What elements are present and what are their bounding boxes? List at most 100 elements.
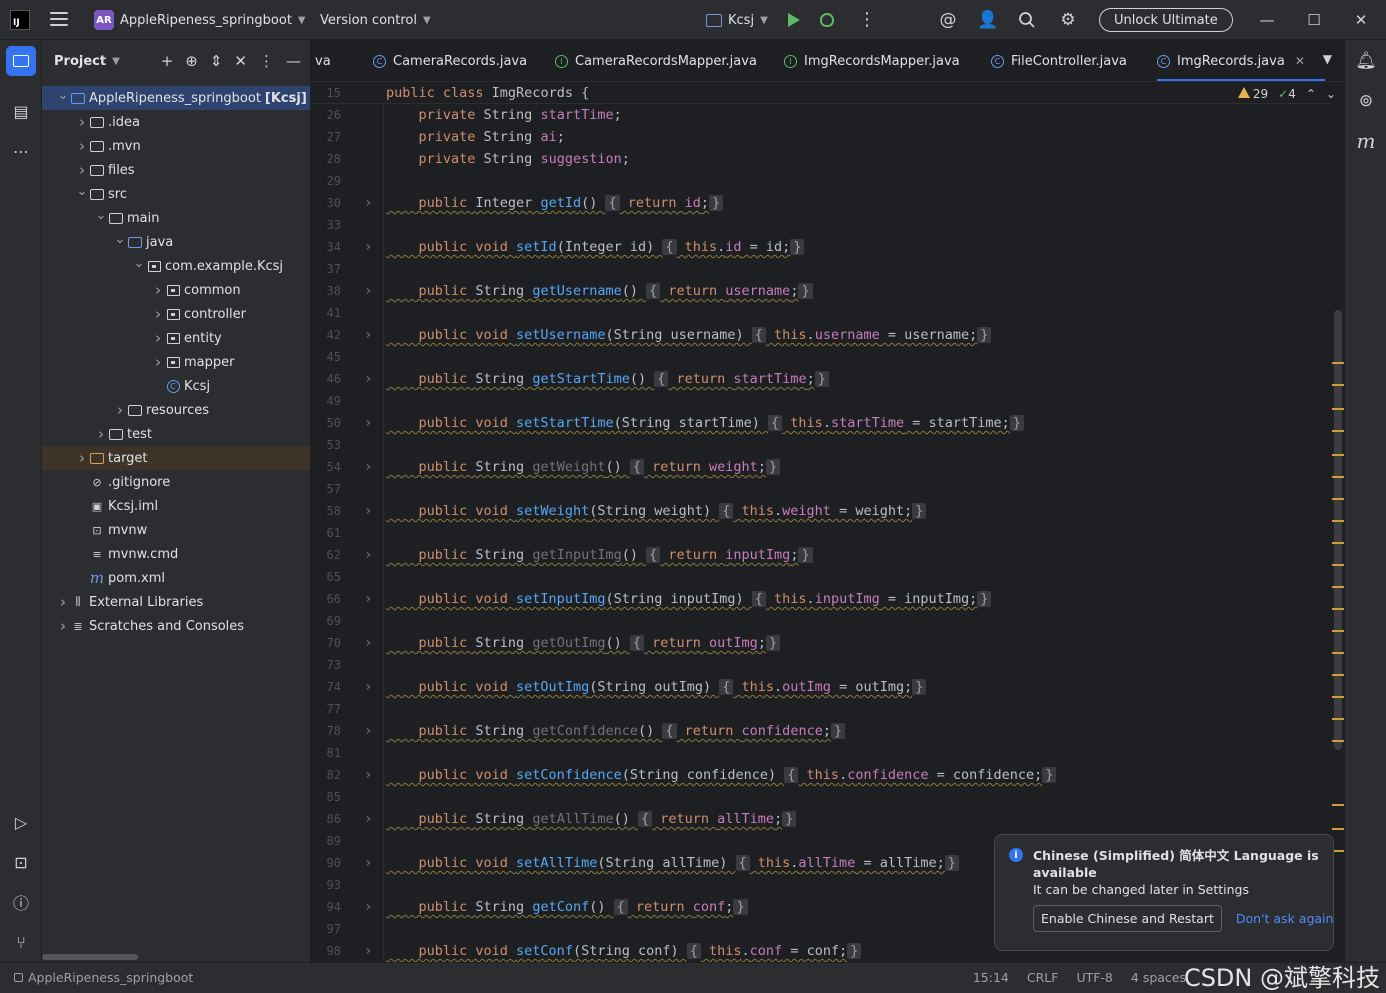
code-editor[interactable]: 15 public class ImgRecords {26 private St…: [311, 82, 1344, 962]
run-config-selector[interactable]: Kcsj ▼: [706, 0, 768, 40]
tree-item[interactable]: ⌄ main: [42, 206, 310, 230]
code-line[interactable]: 30 › public Integer getId() { return id;}: [311, 192, 1331, 214]
warning-stripe-mark[interactable]: [1332, 674, 1344, 676]
fold-chevron-icon[interactable]: ›: [364, 943, 372, 959]
code-line[interactable]: 15 public class ImgRecords {: [311, 82, 1331, 104]
structure-tool-button[interactable]: ▤: [6, 96, 36, 126]
chevron-right-icon[interactable]: ›: [75, 449, 89, 467]
fold-chevron-icon[interactable]: ›: [364, 899, 372, 915]
warning-stripe-mark[interactable]: [1332, 586, 1344, 588]
more-actions-button[interactable]: ⋮: [858, 0, 876, 40]
fold-chevron-icon[interactable]: ›: [364, 855, 372, 871]
fold-chevron-icon[interactable]: ›: [364, 459, 372, 475]
project-tool-button[interactable]: [6, 46, 36, 76]
ai-chat-tool-button[interactable]: ⊚: [1351, 86, 1381, 116]
chevron-right-icon[interactable]: ›: [151, 353, 165, 371]
options-icon[interactable]: ⋮: [259, 52, 274, 70]
main-menu-icon[interactable]: [50, 12, 68, 28]
enable-chinese-button[interactable]: Enable Chinese and Restart: [1033, 905, 1222, 932]
code-line[interactable]: 45: [311, 346, 1331, 368]
chevron-right-icon[interactable]: ›: [151, 281, 165, 299]
chevron-right-icon[interactable]: ›: [151, 329, 165, 347]
fold-chevron-icon[interactable]: ›: [364, 415, 372, 431]
tree-item[interactable]: › target: [42, 446, 310, 470]
next-highlight-icon[interactable]: ⌄: [1326, 87, 1336, 101]
code-line[interactable]: 82 › public void setConfidence(String con…: [311, 764, 1331, 786]
fold-chevron-icon[interactable]: ›: [364, 547, 372, 563]
warning-stripe-mark[interactable]: [1332, 408, 1344, 410]
tree-item[interactable]: › common: [42, 278, 310, 302]
chevron-right-icon[interactable]: ›: [113, 401, 127, 419]
unlock-ultimate-button[interactable]: Unlock Ultimate: [1099, 0, 1233, 40]
code-line[interactable]: 54 › public String getWeight() { return w…: [311, 456, 1331, 478]
fold-chevron-icon[interactable]: ›: [364, 811, 372, 827]
indent-setting[interactable]: 4 spaces: [1131, 970, 1186, 985]
expand-all-icon[interactable]: ⇕: [210, 52, 223, 70]
code-line[interactable]: 86 › public String getAllTime() { return …: [311, 808, 1331, 830]
services-tool-button[interactable]: ▷: [6, 807, 36, 837]
breadcrumb[interactable]: AppleRipeness_springboot: [14, 970, 193, 985]
file-encoding[interactable]: UTF-8: [1076, 970, 1112, 985]
maven-tool-button[interactable]: m: [1351, 126, 1381, 156]
code-with-me-button[interactable]: 👤: [977, 0, 998, 40]
warning-stripe-mark[interactable]: [1332, 828, 1344, 830]
fold-chevron-icon[interactable]: ›: [364, 679, 372, 695]
code-line[interactable]: 66 › public void setInputImg(String input…: [311, 588, 1331, 610]
editor-tab[interactable]: C ImgRecords.java ✕: [1157, 40, 1325, 81]
vcs-menu[interactable]: Version control ▼: [320, 0, 431, 40]
tree-item[interactable]: › .mvn: [42, 134, 310, 158]
close-button[interactable]: ✕: [1351, 0, 1371, 40]
code-line[interactable]: 29: [311, 170, 1331, 192]
code-line[interactable]: 70 › public String getOutImg() { return o…: [311, 632, 1331, 654]
chevron-down-icon[interactable]: ⌄: [75, 184, 89, 199]
chevron-down-icon[interactable]: ⌄: [94, 208, 108, 223]
git-tool-button[interactable]: ⑂: [6, 927, 36, 957]
tree-item[interactable]: › files: [42, 158, 310, 182]
hide-panel-icon[interactable]: —: [286, 52, 301, 70]
tree-item[interactable]: ⊘ .gitignore: [42, 470, 310, 494]
warning-stripe-mark[interactable]: [1332, 652, 1344, 654]
tree-item[interactable]: › entity: [42, 326, 310, 350]
tree-item[interactable]: ⊡ mvnw: [42, 518, 310, 542]
warning-stripe-mark[interactable]: [1332, 430, 1344, 432]
warning-stripe-mark[interactable]: [1332, 740, 1344, 742]
code-line[interactable]: 65: [311, 566, 1331, 588]
warning-stripe-mark[interactable]: [1332, 696, 1344, 698]
warning-stripe-mark[interactable]: [1332, 564, 1344, 566]
tree-item[interactable]: ⌄ src: [42, 182, 310, 206]
fold-chevron-icon[interactable]: ›: [364, 195, 372, 211]
code-line[interactable]: 77: [311, 698, 1331, 720]
code-line[interactable]: 81: [311, 742, 1331, 764]
chevron-right-icon[interactable]: ›: [56, 617, 70, 635]
chevron-down-icon[interactable]: ⌄: [56, 88, 70, 103]
code-line[interactable]: 49: [311, 390, 1331, 412]
new-file-icon[interactable]: +: [161, 52, 174, 70]
dont-ask-again-link[interactable]: Don't ask again: [1236, 911, 1334, 926]
fold-chevron-icon[interactable]: ›: [364, 591, 372, 607]
chevron-right-icon[interactable]: ›: [75, 161, 89, 179]
code-line[interactable]: 37: [311, 258, 1331, 280]
tree-item[interactable]: › mapper: [42, 350, 310, 374]
tabs-overflow-icon[interactable]: ▼: [1323, 52, 1332, 66]
vertical-scrollbar[interactable]: [1334, 310, 1342, 750]
warning-stripe-mark[interactable]: [1332, 384, 1344, 386]
editor-tab[interactable]: va: [315, 40, 331, 81]
chevron-right-icon[interactable]: ›: [56, 593, 70, 611]
warning-stripe-mark[interactable]: [1332, 476, 1344, 478]
warning-stripe-mark[interactable]: [1332, 804, 1344, 806]
fold-chevron-icon[interactable]: ›: [364, 635, 372, 651]
code-line[interactable]: 26 private String startTime;: [311, 104, 1331, 126]
tree-item[interactable]: › .idea: [42, 110, 310, 134]
warning-stripe-mark[interactable]: [1332, 542, 1344, 544]
tree-item[interactable]: m pom.xml: [42, 566, 310, 590]
previous-highlight-icon[interactable]: ⌃: [1306, 87, 1316, 101]
code-line[interactable]: 34 › public void setId(Integer id) { this…: [311, 236, 1331, 258]
search-button[interactable]: [1018, 0, 1036, 40]
maximize-button[interactable]: ☐: [1304, 0, 1324, 40]
chevron-down-icon[interactable]: ⌄: [132, 256, 146, 271]
warning-stripe-mark[interactable]: [1332, 630, 1344, 632]
project-panel-title[interactable]: Project: [54, 54, 106, 69]
more-tools-button[interactable]: ⋯: [6, 136, 36, 166]
tree-item[interactable]: C Kcsj: [42, 374, 310, 398]
code-line[interactable]: 41: [311, 302, 1331, 324]
